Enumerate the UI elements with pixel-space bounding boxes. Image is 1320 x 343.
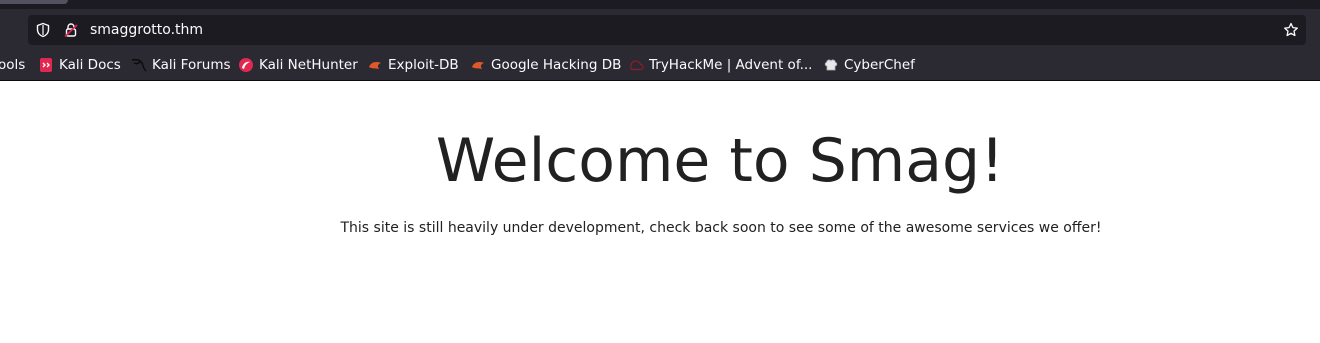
bookmark-kali-forums[interactable]: Kali Forums: [131, 52, 231, 78]
browser-chrome: smaggrotto.thm ools Kali Docs Kali Forum…: [0, 0, 1320, 81]
page-title: Welcome to Smag!: [435, 126, 1005, 196]
exploit-db-icon: [367, 57, 383, 73]
bookmark-label: ools: [0, 57, 26, 73]
page-subtitle: This site is still heavily under develop…: [340, 220, 1102, 236]
url-bar[interactable]: smaggrotto.thm: [28, 15, 1306, 45]
bookmark-label: TryHackMe | Advent of...: [649, 57, 813, 73]
bookmark-label: Kali Forums: [152, 57, 231, 73]
bookmark-label: Google Hacking DB: [491, 57, 622, 73]
bookmark-kali-docs[interactable]: Kali Docs: [38, 52, 121, 78]
bookmark-kali-nethunter[interactable]: Kali NetHunter: [238, 52, 358, 78]
ghdb-icon: [470, 57, 486, 73]
bookmark-tryhackme[interactable]: TryHackMe | Advent of...: [628, 52, 812, 78]
bookmark-label: Exploit-DB: [388, 57, 459, 73]
insecure-lock-icon[interactable]: [62, 21, 80, 39]
bookmark-exploit-db[interactable]: Exploit-DB: [367, 52, 459, 78]
tab-strip: [0, 0, 1320, 9]
bookmark-tools[interactable]: ools: [0, 52, 25, 78]
nethunter-icon: [238, 57, 254, 73]
bookmark-star-icon[interactable]: [1282, 21, 1300, 39]
kali-docs-icon: [38, 57, 54, 73]
bookmark-cyberchef[interactable]: CyberChef: [823, 52, 915, 78]
bookmark-label: CyberChef: [844, 57, 915, 73]
bookmark-label: Kali Docs: [59, 57, 121, 73]
url-text[interactable]: smaggrotto.thm: [90, 15, 203, 45]
bookmark-label: Kali NetHunter: [259, 57, 358, 73]
kali-dragon-icon: [131, 57, 147, 73]
bookmarks-toolbar: ools Kali Docs Kali Forums Kali NetHunte…: [0, 52, 1320, 78]
tracking-protection-shield-icon[interactable]: [34, 21, 52, 39]
bookmark-google-hacking-db[interactable]: Google Hacking DB: [470, 52, 621, 78]
active-tab[interactable]: [0, 0, 68, 4]
tryhackme-icon: [628, 57, 644, 73]
page-content: Welcome to Smag! This site is still heav…: [0, 81, 1320, 343]
cyberchef-icon: [823, 57, 839, 73]
